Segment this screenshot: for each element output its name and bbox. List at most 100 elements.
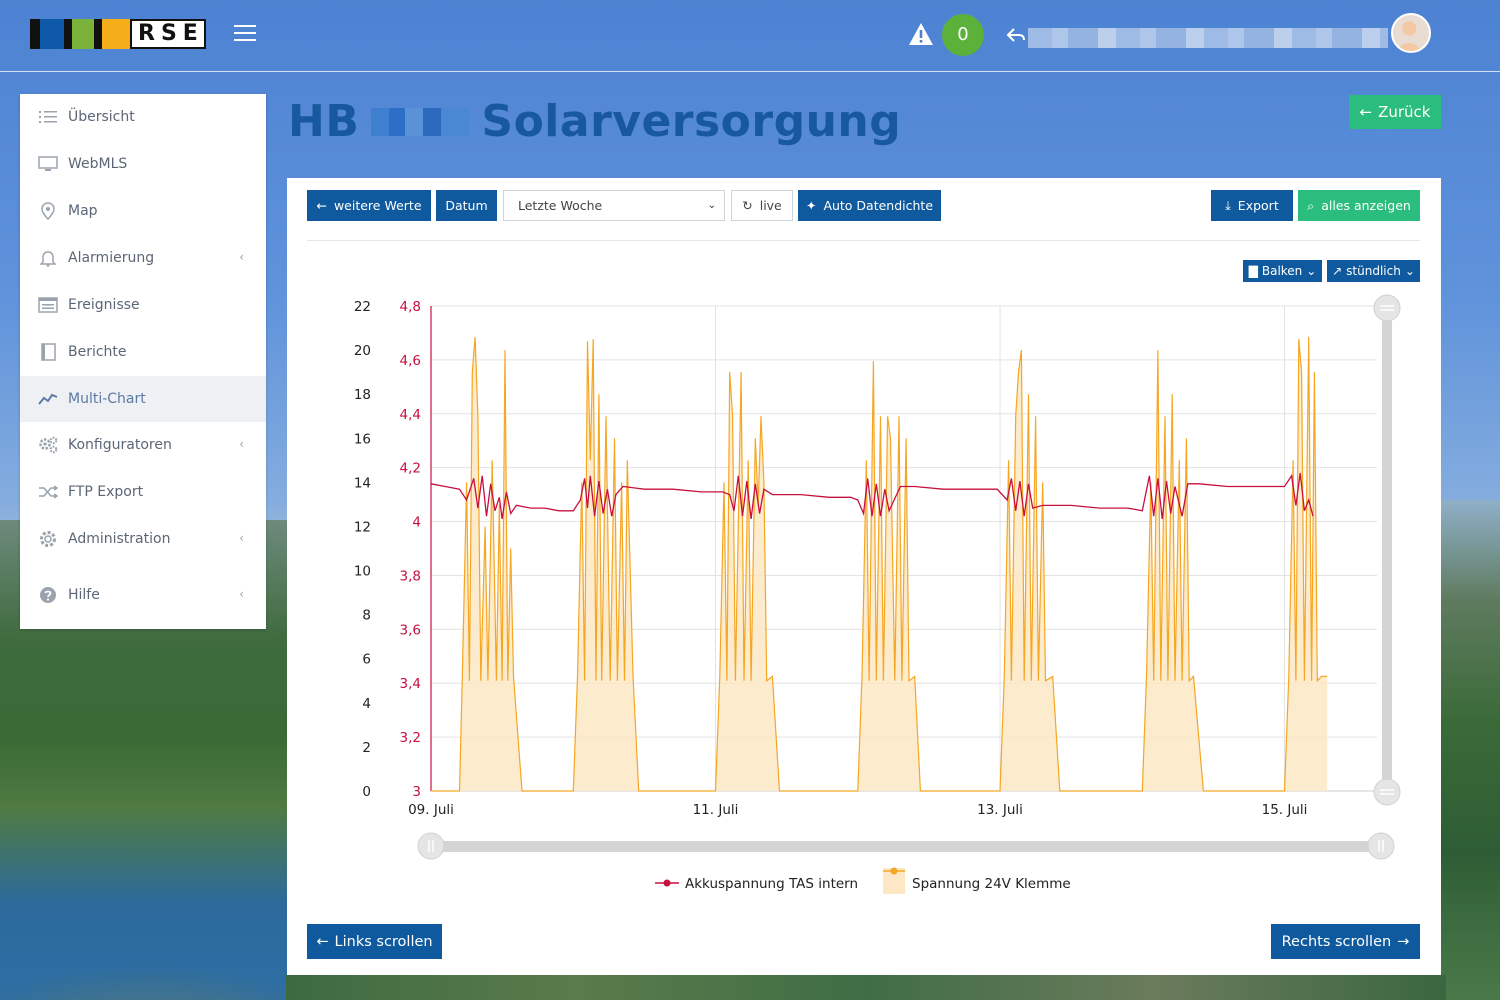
y-axis-right-tick-label: 3,6	[400, 622, 421, 638]
x-axis-tick-label: 15. Juli	[1262, 802, 1308, 818]
sidebar-item-map[interactable]: Map	[20, 188, 266, 234]
sidebar-item-label: Übersicht	[68, 109, 135, 125]
sidebar-item-konfiguratoren[interactable]: Konfiguratoren ‹	[20, 422, 266, 468]
sidebar-item-berichte[interactable]: Berichte	[20, 329, 266, 375]
logo-text: RSE	[130, 19, 206, 49]
sidebar-item-hilfe[interactable]: Hilfe ‹	[20, 572, 266, 618]
sidebar-item-label: FTP Export	[68, 484, 144, 500]
y-axis-right-tick-label: 3	[412, 784, 421, 800]
y-axis-left-tick-label: 14	[354, 475, 371, 491]
chevron-left-icon: ‹	[239, 531, 244, 545]
y-axis-left-tick-label: 2	[362, 740, 371, 756]
sidebar-item-label: Administration	[68, 531, 171, 547]
sidebar-item-uebersicht[interactable]: Übersicht	[20, 94, 266, 140]
horizontal-scrollbar-handle-right	[1367, 832, 1395, 860]
y-axis-left-tick-label: 10	[354, 564, 371, 580]
y-axis-left-tick-label: 12	[354, 519, 371, 535]
chevron-left-icon: ‹	[239, 250, 244, 264]
sidebar-item-label: Hilfe	[68, 587, 100, 603]
page-title-prefix: HB	[288, 96, 360, 147]
arrow-right-icon: →	[1397, 933, 1410, 950]
chart-panel: ← weitere Werte Datum Letzte Woche ⌄ ↻ l…	[287, 178, 1441, 975]
sidebar-item-ereignisse[interactable]: Ereignisse	[20, 282, 266, 328]
sidebar-item-label: Alarmierung	[68, 250, 155, 266]
avatar[interactable]	[1391, 13, 1431, 53]
legend-marker-akkuspannung	[663, 879, 671, 887]
y-axis-right-tick-label: 3,4	[400, 676, 421, 692]
chevron-left-icon: ‹	[239, 587, 244, 601]
arrow-left-icon: ←	[1359, 103, 1373, 121]
sidebar-item-label: Berichte	[68, 344, 127, 360]
line-chart-icon	[38, 389, 58, 409]
page-title-suffix: Solarversorgung	[481, 96, 902, 147]
y-axis-right-tick-label: 4,6	[400, 353, 421, 369]
y-axis-left-tick-label: 22	[354, 299, 371, 315]
top-bar: RSE 0	[0, 0, 1500, 72]
alert-count-badge[interactable]: 0	[942, 14, 984, 56]
y-axis-left-tick-label: 16	[354, 431, 371, 447]
y-axis-right-tick-label: 3,8	[400, 568, 421, 584]
sidebar-item-label: WebMLS	[68, 156, 128, 172]
reply-icon[interactable]	[1006, 25, 1026, 45]
gear-icon	[38, 529, 58, 549]
sidebar-item-label: Multi-Chart	[68, 391, 146, 407]
back-button-label: Zurück	[1378, 103, 1431, 121]
scroll-left-button[interactable]: ← Links scrollen	[307, 924, 442, 959]
x-axis-tick-label: 09. Juli	[408, 802, 454, 818]
sidebar-item-alarmierung[interactable]: Alarmierung ‹	[20, 235, 266, 281]
sidebar-item-webmls[interactable]: WebMLS	[20, 141, 266, 187]
warning-icon[interactable]	[908, 22, 934, 46]
gears-icon	[38, 435, 58, 455]
y-axis-left-tick-label: 6	[362, 652, 371, 668]
y-axis-left-tick-label: 4	[362, 696, 371, 712]
y-axis-right-tick-label: 4,8	[400, 299, 421, 315]
sidebar: Übersicht WebMLS Map Alarmierung ‹ Ereig…	[20, 94, 266, 629]
user-name-redacted	[1028, 28, 1388, 48]
page-title: HB Solarversorgung	[288, 96, 901, 147]
y-axis-left-tick-label: 20	[354, 343, 371, 359]
scroll-left-label: Links scrollen	[334, 933, 433, 950]
y-axis-left-tick-label: 0	[362, 784, 371, 800]
y-axis-right-tick-label: 4,2	[400, 461, 421, 477]
scroll-right-button[interactable]: Rechts scrollen →	[1271, 924, 1420, 959]
vertical-scrollbar-handle-bottom	[1373, 778, 1401, 806]
list-icon	[38, 107, 58, 127]
logo[interactable]: RSE	[30, 19, 206, 49]
y-axis-right-tick-label: 4,4	[400, 407, 421, 423]
event-list-icon	[38, 295, 58, 315]
horizontal-scrollbar-handle-left	[417, 832, 445, 860]
background-landscape-bottom	[286, 975, 1446, 1000]
back-button[interactable]: ← Zurück	[1349, 95, 1441, 129]
shuffle-icon	[38, 482, 58, 502]
book-icon	[38, 342, 58, 362]
chevron-left-icon: ‹	[239, 437, 244, 451]
sidebar-item-administration[interactable]: Administration ‹	[20, 516, 266, 562]
map-pin-icon	[38, 201, 58, 221]
sidebar-item-label: Ereignisse	[68, 297, 140, 313]
legend-label-spannung: Spannung 24V Klemme	[912, 876, 1071, 892]
bell-icon	[38, 248, 58, 268]
legend-marker-spannung	[890, 867, 898, 875]
menu-toggle-icon[interactable]	[234, 25, 256, 43]
multi-chart[interactable]: 0 2 4 6 8 10 12 14 16 18 20 22 3 3,2 3,4 3,6 3,8 4 4,2 4,4 4…	[287, 178, 1441, 975]
y-axis-left-tick-label: 18	[354, 387, 371, 403]
series-area-spannung-24v	[431, 336, 1328, 791]
background-landscape-right	[1441, 500, 1500, 1000]
sidebar-item-multi-chart[interactable]: Multi-Chart	[20, 376, 266, 422]
sidebar-item-label: Konfiguratoren	[68, 437, 172, 453]
legend-label-akkuspannung: Akkuspannung TAS intern	[685, 876, 858, 892]
x-axis-tick-label: 11. Juli	[693, 802, 739, 818]
y-axis-right-tick-label: 4	[412, 515, 421, 531]
y-axis-right-tick-label: 3,2	[400, 730, 421, 746]
question-circle-icon	[38, 585, 58, 605]
y-axis-left-tick-label: 8	[362, 608, 371, 624]
sidebar-item-ftp-export[interactable]: FTP Export	[20, 469, 266, 515]
vertical-scrollbar-track	[1382, 308, 1392, 792]
page-title-redacted	[371, 107, 470, 136]
arrow-left-icon: ←	[316, 933, 329, 950]
x-axis-tick-label: 13. Juli	[977, 802, 1023, 818]
sidebar-item-label: Map	[68, 203, 98, 219]
vertical-scrollbar-handle-top	[1373, 294, 1401, 322]
monitor-icon	[38, 154, 58, 174]
horizontal-scrollbar-track	[431, 841, 1381, 852]
